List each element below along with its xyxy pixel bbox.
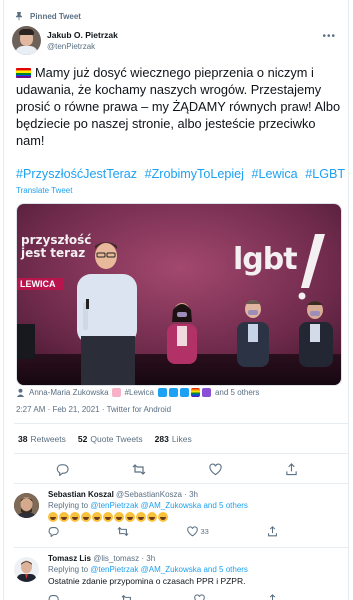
image-banner: LEWICA: [20, 279, 56, 289]
reply-actions: [48, 594, 278, 600]
pinned-indicator: Pinned Tweet: [14, 11, 81, 21]
tagged-hashtag[interactable]: #Lewica: [125, 388, 154, 397]
tweet-stats: 38 Retweets 52 Quote Tweets 283 Likes: [18, 434, 204, 444]
more-options-icon[interactable]: •••: [322, 31, 336, 42]
reply-header: Sebastian Koszal @SebastianKosza · 3h: [48, 490, 198, 499]
laughing-emoji-icon: [81, 512, 91, 522]
laughing-emoji-icon: [158, 512, 168, 522]
divider: [14, 423, 348, 424]
reply-header: Tomasz Lis @lis_tomasz · 3h: [48, 554, 155, 563]
like-icon[interactable]: [207, 461, 223, 477]
tweet-author[interactable]: Jakub O. Pietrzak @tenPietrzak: [12, 26, 118, 55]
divider: [14, 547, 348, 548]
laughing-emoji-icon: [70, 512, 80, 522]
laughing-emoji-icon: [114, 512, 124, 522]
replying-to: Replying to @tenPietrzak @AM_Zukowska an…: [48, 565, 248, 574]
tweet-text: Mamy już dosyć wiecznego pieprzenia o ni…: [16, 65, 341, 148]
reply-actions: 33: [48, 526, 278, 537]
replying-to-others[interactable]: and 5 others: [203, 565, 247, 574]
laughing-emoji-icon: [125, 512, 135, 522]
hashtag-link[interactable]: #ZrobimyToLepiej: [145, 167, 244, 181]
event-photo: [17, 204, 341, 385]
share-icon[interactable]: [267, 594, 278, 600]
share-icon[interactable]: [284, 461, 300, 477]
reply-tweet[interactable]: Sebastian Koszal @SebastianKosza · 3h Re…: [4, 490, 348, 546]
tagged-people[interactable]: Anna-Maria Zukowska #Lewica and 5 others: [16, 388, 259, 397]
share-icon[interactable]: [267, 526, 278, 537]
replying-to: Replying to @tenPietrzak @AM_Zukowska an…: [48, 501, 248, 510]
author-name[interactable]: Jakub O. Pietrzak: [47, 30, 118, 41]
retweet-icon[interactable]: [131, 461, 147, 477]
reply-icon[interactable]: [48, 526, 59, 537]
tagged-person[interactable]: Anna-Maria Zukowska: [29, 388, 109, 397]
divider: [14, 453, 348, 454]
author-handle[interactable]: @tenPietrzak: [47, 41, 118, 52]
hashtag-link[interactable]: #Lewica: [251, 167, 297, 181]
author-avatar[interactable]: [12, 26, 41, 55]
rainbow-flag-icon: [16, 68, 31, 78]
laughing-emoji-icon: [147, 512, 157, 522]
check-emoji-icon: [157, 388, 167, 397]
tagged-others[interactable]: and 5 others: [215, 388, 259, 397]
check-emoji-icon: [168, 388, 178, 397]
reply-author-handle[interactable]: @lis_tomasz: [93, 554, 139, 563]
like-icon[interactable]: [194, 594, 206, 600]
person-icon: [16, 388, 25, 397]
retweet-icon[interactable]: [117, 526, 129, 537]
hashtag-link[interactable]: #PrzyszłośćJestTeraz: [16, 167, 137, 181]
replying-to-links[interactable]: @tenPietrzak @AM_Zukowska: [90, 501, 201, 510]
hashtag-link[interactable]: #LGBT: [305, 167, 345, 181]
reply-tweet[interactable]: Tomasz Lis @lis_tomasz · 3h Replying to …: [4, 554, 348, 600]
quote-tweets-stat[interactable]: 52 Quote Tweets: [78, 434, 143, 444]
reply-avatar[interactable]: [14, 493, 39, 518]
check-emoji-icon: [179, 388, 189, 397]
emoji-icon: [111, 388, 121, 397]
reply-author-name[interactable]: Sebastian Koszal: [48, 490, 114, 499]
like-icon[interactable]: 33: [187, 526, 209, 537]
reply-emoji-text: [48, 512, 169, 523]
reply-time[interactable]: · 3h: [141, 554, 155, 563]
divider: [14, 483, 348, 484]
reply-text: Ostatnie zdanie przypomina o czasach PPR…: [48, 576, 246, 586]
image-big-text: lgbt: [233, 242, 298, 277]
rainbow-flag-icon: [190, 388, 200, 397]
reply-time[interactable]: · 3h: [184, 490, 198, 499]
tweet-body: Mamy już dosyć wiecznego pieprzenia o ni…: [16, 64, 344, 149]
laughing-emoji-icon: [59, 512, 69, 522]
likes-stat[interactable]: 283 Likes: [155, 434, 192, 444]
reply-like-count: 33: [200, 527, 209, 536]
pin-icon: [16, 12, 22, 21]
tweet-image[interactable]: przyszłość jest teraz LEWICA lgbt: [16, 203, 342, 386]
translate-tweet-link[interactable]: Translate Tweet: [16, 186, 72, 195]
tweet-timestamp[interactable]: 2:27 AM · Feb 21, 2021 · Twitter for And…: [16, 405, 171, 414]
hashtag-list: #PrzyszłośćJestTeraz #ZrobimyToLepiej #L…: [16, 166, 346, 182]
reply-avatar[interactable]: [14, 557, 39, 582]
laughing-emoji-icon: [103, 512, 113, 522]
pinned-label: Pinned Tweet: [30, 11, 81, 21]
reply-icon[interactable]: [54, 461, 70, 477]
tweet-actions: [4, 461, 348, 477]
tweet-thread: Pinned Tweet Jakub O. Pietrzak @tenPietr…: [3, 0, 349, 600]
retweet-icon[interactable]: [121, 594, 133, 600]
reply-author-name[interactable]: Tomasz Lis: [48, 554, 91, 563]
laughing-emoji-icon: [92, 512, 102, 522]
laughing-emoji-icon: [48, 512, 58, 522]
replying-to-others[interactable]: and 5 others: [203, 501, 247, 510]
reply-author-handle[interactable]: @SebastianKosza: [116, 490, 182, 499]
retweets-stat[interactable]: 38 Retweets: [18, 434, 66, 444]
laughing-emoji-icon: [136, 512, 146, 522]
image-slogan: przyszłość jest teraz: [21, 233, 92, 260]
replying-to-links[interactable]: @tenPietrzak @AM_Zukowska: [90, 565, 201, 574]
reply-icon[interactable]: [48, 594, 59, 600]
emoji-icon: [201, 388, 211, 397]
